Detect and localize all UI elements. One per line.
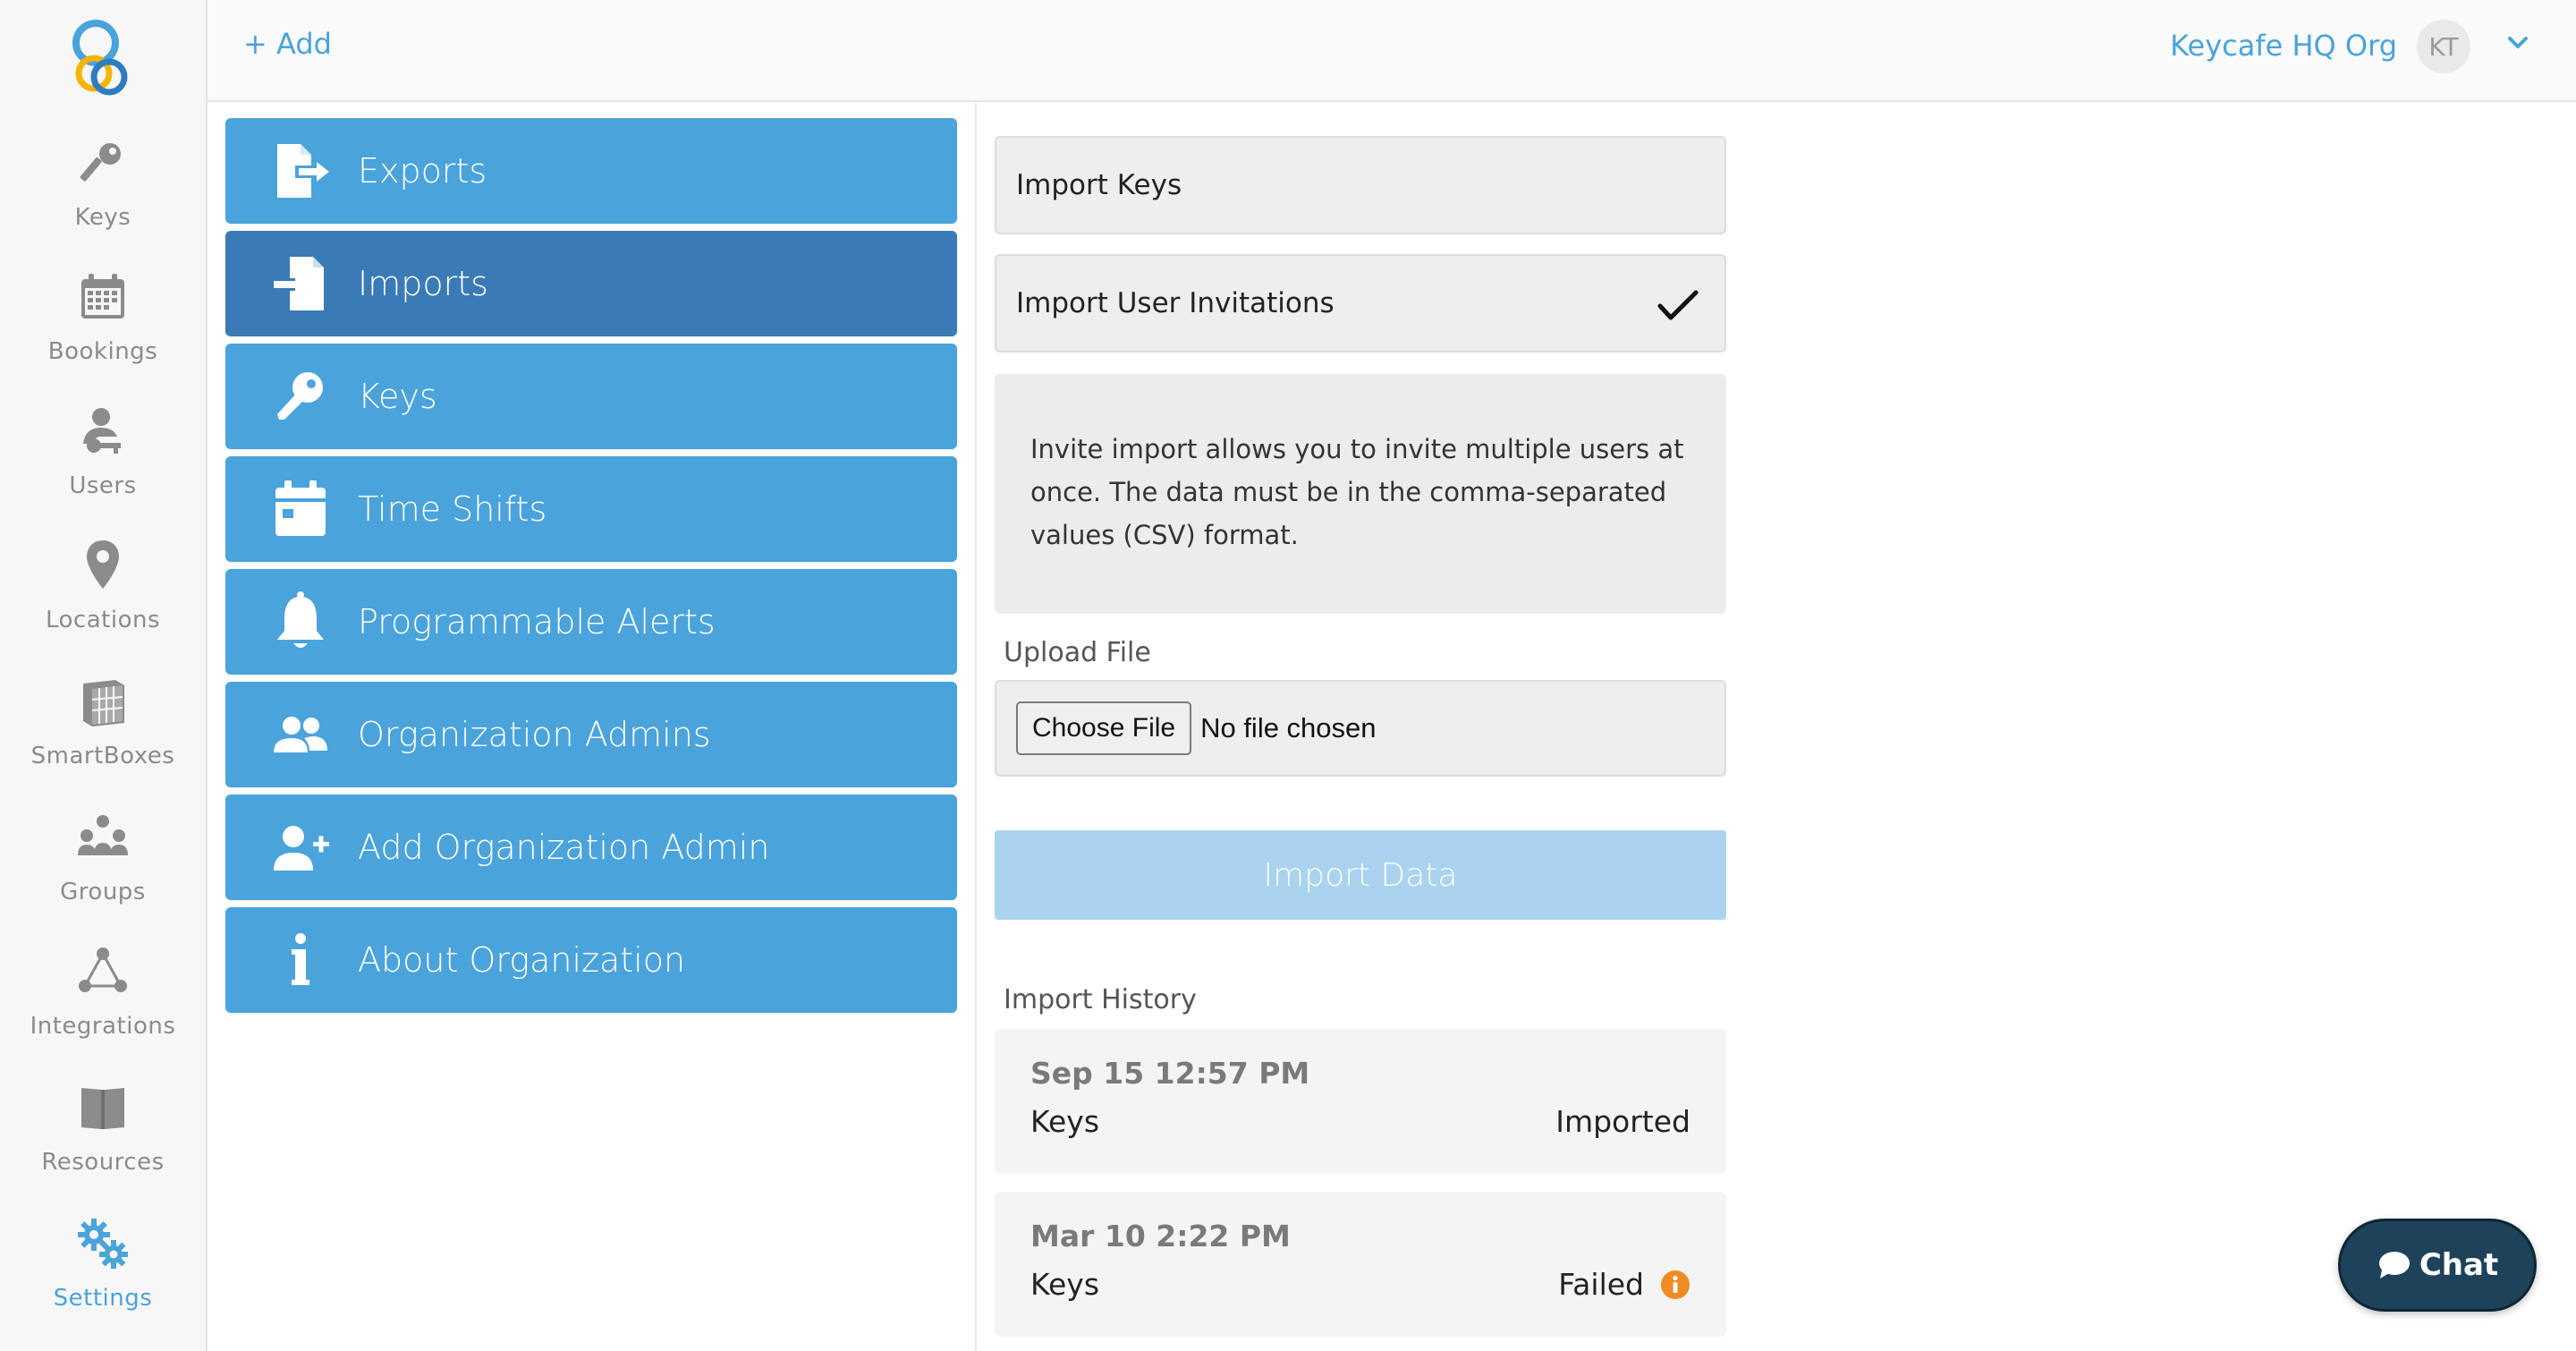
rail-item-keys[interactable]: Keys [0,134,206,268]
add-button[interactable]: + Add [243,27,332,61]
history-status: Failed [1558,1267,1690,1302]
rail-item-users[interactable]: Users [0,403,206,537]
user-key-icon [83,408,121,454]
map-pin-icon [87,540,119,589]
menu-item-label: Organization Admins [358,715,711,754]
menu-item-label: Time Shifts [358,489,547,529]
chevron-down-icon[interactable] [2504,32,2531,54]
import-description: Invite import allows you to invite multi… [995,374,1726,614]
import-option-label: Import User Invitations [1016,287,1335,319]
settings-menu: Exports Imports Keys Time Shifts Program… [208,102,977,1351]
rail-item-groups[interactable]: Groups [0,809,206,943]
history-status: Imported [1555,1104,1690,1139]
menu-item-label: About Organization [358,940,686,980]
rail-item-label: Keys [74,204,131,231]
calendar-icon [275,480,326,536]
menu-item-organization-admins[interactable]: Organization Admins [225,682,957,787]
rail-item-smartboxes[interactable]: SmartBoxes [0,673,206,807]
user-plus-icon [274,826,329,871]
smartbox-icon [83,680,124,726]
rail-item-resources[interactable]: Resources [0,1079,206,1213]
menu-item-label: Imports [358,264,488,303]
menu-item-about-organization[interactable]: About Organization [225,907,957,1013]
rail-item-label: SmartBoxes [30,743,175,769]
key-icon [277,372,323,420]
history-status-text: Failed [1558,1267,1644,1302]
history-date: Sep 15 12:57 PM [1030,1056,1310,1091]
import-file-icon [274,257,324,310]
menu-item-label: Exports [358,151,487,191]
calendar-icon [81,274,124,319]
import-history-label: Import History [1004,984,1197,1015]
menu-item-label: Programmable Alerts [358,602,716,642]
history-type: Keys [1030,1104,1100,1139]
bell-icon [277,591,324,648]
import-option-user-invitations[interactable]: Import User Invitations [995,254,1726,353]
import-data-button[interactable]: Import Data [995,830,1726,920]
rail-item-label: Resources [41,1149,165,1176]
top-bar: + Add Keycafe HQ Org KT [208,0,2576,102]
rail-item-integrations[interactable]: Integrations [0,943,206,1077]
rail-item-label: Groups [60,879,146,905]
org-switcher[interactable]: Keycafe HQ Org [2170,29,2397,63]
users-icon [274,717,327,752]
menu-item-time-shifts[interactable]: Time Shifts [225,456,957,562]
menu-item-keys[interactable]: Keys [225,344,957,449]
menu-item-add-organization-admin[interactable]: Add Organization Admin [225,794,957,900]
file-input[interactable]: Choose File No file chosen [995,680,1726,777]
rail-item-bookings[interactable]: Bookings [0,268,206,403]
rail-item-label: Integrations [30,1013,176,1040]
choose-file-button[interactable]: Choose File [1016,701,1192,755]
history-date: Mar 10 2:22 PM [1030,1219,1291,1253]
menu-item-programmable-alerts[interactable]: Programmable Alerts [225,569,957,675]
key-icon [80,143,121,182]
book-icon [81,1088,124,1129]
file-status-text: No file chosen [1200,712,1377,743]
rail-item-label: Settings [53,1285,153,1312]
groups-icon [78,815,128,855]
import-option-keys[interactable]: Import Keys [995,136,1726,234]
rail-item-label: Users [69,472,137,499]
history-item: Mar 10 2:22 PM Keys Failed [995,1192,1726,1337]
gears-icon [78,1219,128,1269]
menu-item-label: Keys [358,377,437,416]
info-warning-icon[interactable] [1660,1270,1690,1300]
left-nav-rail: Keys Bookings Users Locations SmartBoxes… [0,0,208,1351]
chat-bubble-icon [2378,1252,2410,1279]
rail-item-label: Bookings [47,338,158,365]
chat-button[interactable]: Chat [2338,1219,2537,1312]
history-type: Keys [1030,1267,1100,1302]
info-icon [292,933,309,985]
history-status-text: Imported [1555,1104,1690,1139]
import-option-label: Import Keys [1016,169,1182,201]
menu-item-imports[interactable]: Imports [225,231,957,336]
chat-label: Chat [2419,1247,2499,1283]
keycafe-logo-icon[interactable] [67,18,139,98]
integrations-icon [79,947,127,992]
menu-item-label: Add Organization Admin [358,828,770,867]
export-file-icon [277,144,329,198]
rail-item-label: Locations [45,607,160,633]
avatar[interactable]: KT [2417,20,2470,73]
rail-item-locations[interactable]: Locations [0,537,206,671]
upload-file-label: Upload File [1004,637,1151,668]
checkmark-icon [1657,290,1699,320]
rail-item-settings[interactable]: Settings [0,1215,206,1349]
history-item: Sep 15 12:57 PM Keys Imported [995,1029,1726,1174]
menu-item-exports[interactable]: Exports [225,118,957,224]
